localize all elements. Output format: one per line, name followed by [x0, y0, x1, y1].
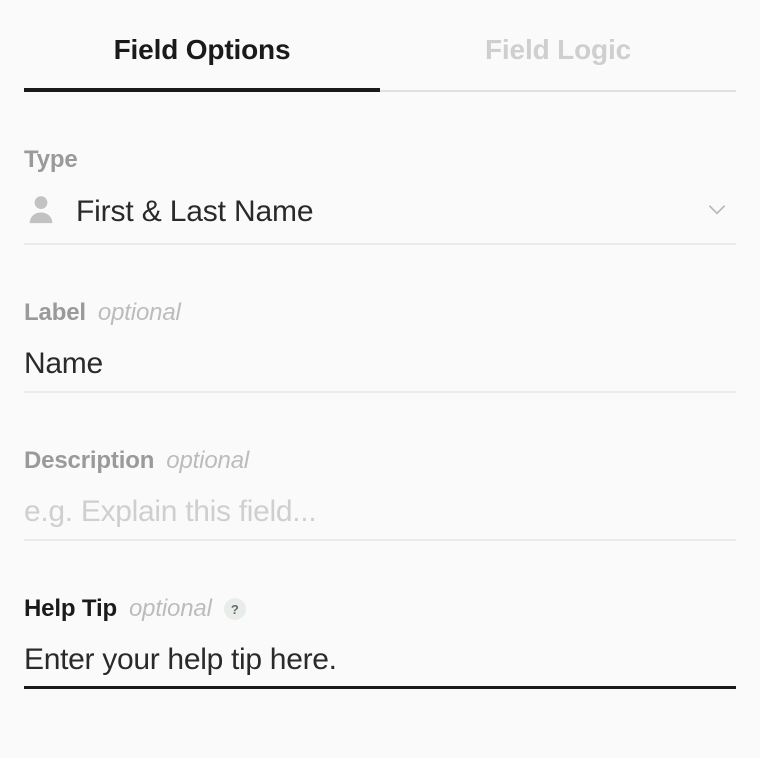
field-editor-panel: Field Options Field Logic Type First & L…	[0, 0, 760, 689]
description-input[interactable]	[24, 491, 736, 541]
help-tip-group: Help Tip optional ?	[24, 595, 736, 689]
tab-field-options[interactable]: Field Options	[24, 24, 380, 92]
type-value: First & Last Name	[76, 195, 686, 229]
help-tip-optional: optional	[129, 595, 212, 623]
tab-field-logic[interactable]: Field Logic	[380, 24, 736, 92]
description-label: Description	[24, 447, 154, 475]
type-group: Type First & Last Name	[24, 146, 736, 245]
tabs: Field Options Field Logic	[24, 24, 736, 92]
help-tip-label: Help Tip	[24, 595, 117, 623]
help-tip-label-row: Help Tip optional ?	[24, 595, 736, 623]
label-group: Label optional	[24, 299, 736, 393]
person-icon	[24, 192, 58, 231]
help-tip-input[interactable]	[24, 639, 736, 689]
tab-label: Field Options	[114, 34, 291, 65]
description-label-row: Description optional	[24, 447, 736, 475]
label-optional: optional	[98, 299, 181, 327]
label-input[interactable]	[24, 343, 736, 393]
description-group: Description optional	[24, 447, 736, 541]
chevron-down-icon	[704, 196, 730, 227]
label-label-row: Label optional	[24, 299, 736, 327]
description-optional: optional	[166, 447, 249, 475]
type-select[interactable]: First & Last Name	[24, 192, 736, 245]
tab-label: Field Logic	[485, 34, 631, 65]
type-label: Type	[24, 146, 78, 174]
label-label: Label	[24, 299, 86, 327]
help-icon[interactable]: ?	[224, 598, 246, 620]
type-label-row: Type	[24, 146, 736, 174]
